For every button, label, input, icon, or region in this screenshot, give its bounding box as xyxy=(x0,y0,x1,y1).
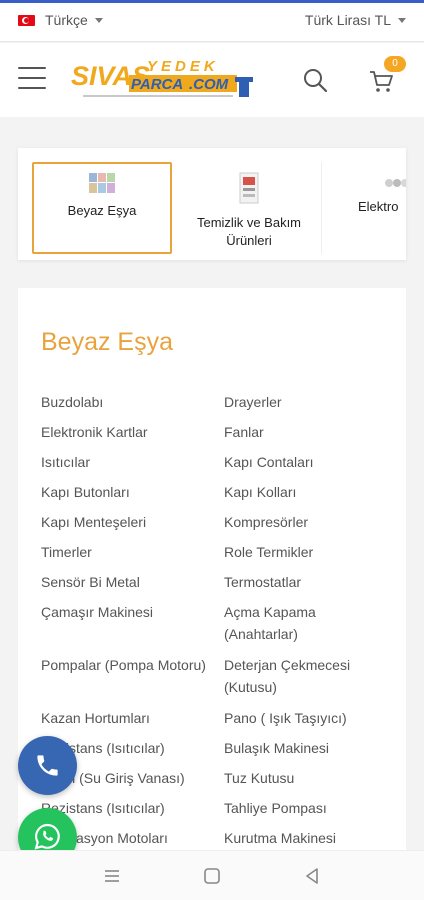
subcategory-link[interactable]: Kapı Butonları xyxy=(41,481,206,503)
subcategory-link[interactable]: Pompalar (Pompa Motoru) xyxy=(41,654,206,699)
category-carousel: Beyaz Eşya Temizlik ve Bakım Ürünleri El… xyxy=(18,148,406,260)
chevron-down-icon xyxy=(94,17,103,23)
subcategory-link[interactable]: Termostatlar xyxy=(224,571,389,593)
subcategory-link[interactable]: Pano ( Işık Taşıyıcı) xyxy=(224,707,389,729)
turkey-flag-icon xyxy=(18,14,35,26)
subcategory-link[interactable]: Elektronik Kartlar xyxy=(41,421,206,443)
subcategory-link[interactable]: Drayerler xyxy=(224,391,389,413)
svg-text:.COM: .COM xyxy=(189,76,229,93)
phone-call-button[interactable] xyxy=(18,736,77,795)
subcategory-link[interactable]: Isıtıcılar xyxy=(41,451,206,473)
subcategory-column-right: Drayerler Fanlar Kapı Contaları Kapı Kol… xyxy=(224,391,389,857)
subcategory-link[interactable]: Kapı Kolları xyxy=(224,481,389,503)
subcategory-link[interactable]: Sensör Bi Metal xyxy=(41,571,206,593)
recent-apps-icon[interactable] xyxy=(101,865,123,887)
category-tile-elektro[interactable]: Elektro xyxy=(336,162,406,254)
cart-count-badge: 0 xyxy=(384,56,406,72)
subcategory-link[interactable]: Fanlar xyxy=(224,421,389,443)
language-selector[interactable]: Türkçe xyxy=(18,12,103,28)
subcategory-panel: Beyaz Eşya Buzdolabı Elektronik Kartlar … xyxy=(18,288,406,868)
currency-selector[interactable]: Türk Lirası TL xyxy=(305,12,406,28)
appliance-thumbnail xyxy=(89,173,115,193)
language-label: Türkçe xyxy=(45,12,88,28)
site-header: SIVAS YEDEK PARCA .COM 0 xyxy=(0,43,424,117)
category-label: Elektro xyxy=(358,199,399,214)
subcategory-link[interactable]: Tuz Kutusu xyxy=(224,767,389,789)
subcategory-link[interactable]: Kompresörler xyxy=(224,511,389,533)
subcategory-link[interactable]: Role Termikler xyxy=(224,541,389,563)
subcategory-link[interactable]: Çamaşır Makinesi xyxy=(41,601,206,646)
category-label: Beyaz Eşya xyxy=(67,203,137,218)
top-bar: Türkçe Türk Lirası TL xyxy=(0,0,424,42)
electronics-thumbnail xyxy=(385,179,406,187)
subcategory-link[interactable]: Tahliye Pompası xyxy=(224,797,389,819)
category-tile-beyaz-esya[interactable]: Beyaz Eşya xyxy=(32,162,172,254)
svg-text:YEDEK: YEDEK xyxy=(147,58,219,75)
subcategory-link[interactable]: Kurutma Makinesi xyxy=(224,827,389,849)
subcategory-link[interactable]: Kapı Contaları xyxy=(224,451,389,473)
system-nav-bar xyxy=(0,850,424,900)
subcategory-link[interactable]: Bulaşık Makinesi xyxy=(224,737,389,759)
section-title: Beyaz Eşya xyxy=(41,328,174,356)
subcategory-link[interactable]: Açma Kapama (Anahtarlar) xyxy=(224,601,389,646)
category-tile-temizlik[interactable]: Temizlik ve Bakım Ürünleri xyxy=(178,162,320,254)
search-icon[interactable] xyxy=(302,67,328,93)
subcategory-link[interactable]: Timerler xyxy=(41,541,206,563)
subcategory-link[interactable]: Deterjan Çekmecesi (Kutusu) xyxy=(224,654,389,699)
subcategory-link[interactable]: Kapı Menteşeleri xyxy=(41,511,206,533)
category-label: Temizlik ve Bakım Ürünleri xyxy=(196,215,302,248)
divider xyxy=(321,162,322,254)
home-icon[interactable] xyxy=(201,865,223,887)
cleaning-product-thumbnail xyxy=(239,172,259,204)
subcategory-link[interactable]: Buzdolabı xyxy=(41,391,206,413)
currency-label: Türk Lirası TL xyxy=(304,12,391,28)
chevron-down-icon xyxy=(398,17,406,23)
site-logo[interactable]: SIVAS YEDEK PARCA .COM xyxy=(71,55,259,103)
whatsapp-icon xyxy=(34,823,60,850)
back-icon[interactable] xyxy=(301,865,323,887)
svg-text:PARCA: PARCA xyxy=(131,76,183,93)
phone-icon xyxy=(37,755,58,776)
subcategory-link[interactable]: Kazan Hortumları xyxy=(41,707,206,729)
menu-icon[interactable] xyxy=(18,67,46,89)
